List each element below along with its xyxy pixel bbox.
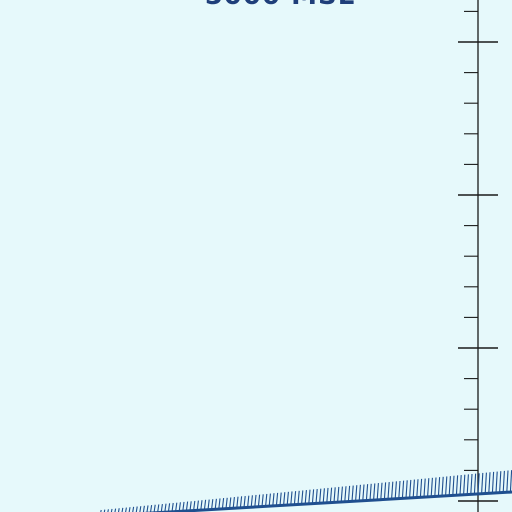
altitude-label: 5000 MSL (205, 0, 356, 11)
chart-viewport[interactable]: 5000 MSL (0, 0, 512, 512)
chart-canvas: 5000 MSL (0, 0, 512, 512)
map-background (0, 0, 512, 512)
